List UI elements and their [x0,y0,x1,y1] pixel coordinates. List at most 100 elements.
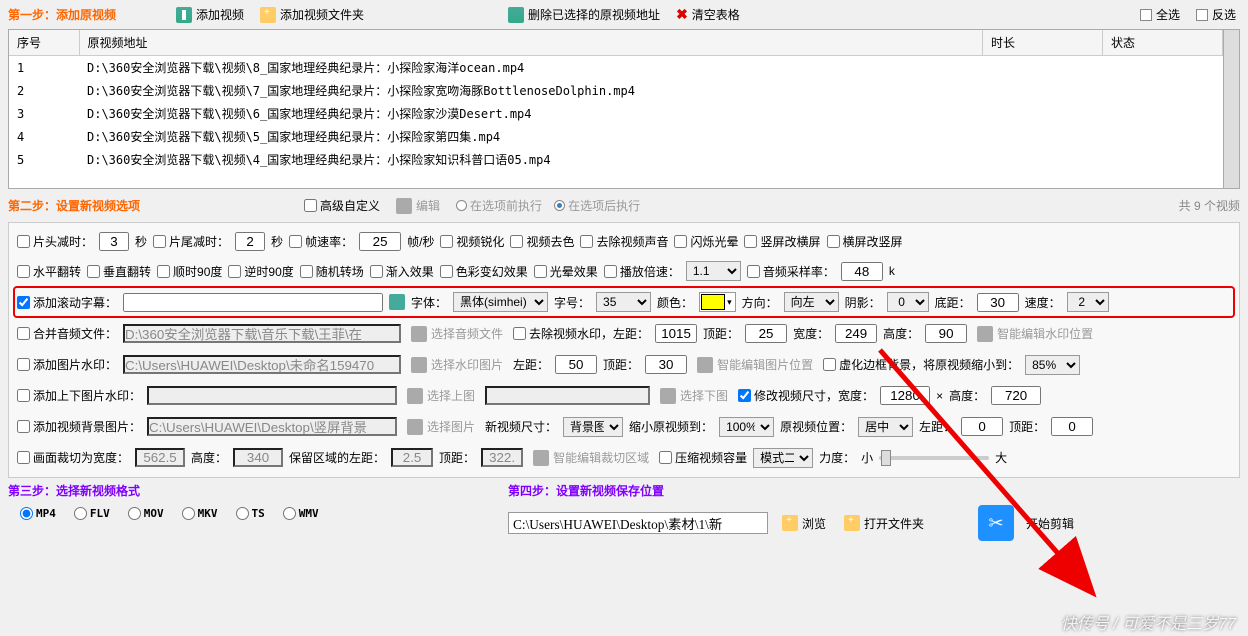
resize-checkbox[interactable]: 修改视频尺寸，宽度： [738,387,874,404]
format-radio-mkv[interactable]: MKV [182,507,218,520]
new-size-select[interactable]: 背景图 [563,417,623,437]
head-trim-checkbox[interactable]: 片头减时： [17,233,93,250]
img-wm-path-input[interactable] [123,355,401,374]
scroll-sub-checkbox[interactable]: 添加滚动字幕： [17,294,117,311]
select-top-img-button[interactable]: 选择上图 [403,385,479,406]
flash-checkbox[interactable]: 闪烁光晕 [674,233,738,250]
v2h-checkbox[interactable]: 竖屏改横屏 [744,233,820,250]
wm-left-input[interactable] [655,324,697,343]
start-button[interactable]: ✂ 开始剪辑 [978,505,1074,541]
scroll-speed-select[interactable]: 2 [1067,292,1109,312]
clear-table-button[interactable]: ✖清空表格 [672,4,744,25]
orig-top-input[interactable] [1051,417,1093,436]
bottom-dist-input[interactable] [977,293,1019,312]
wm-width-input[interactable] [835,324,877,343]
tb-img-wm-checkbox[interactable]: 添加上下图片水印： [17,387,141,404]
force-slider[interactable] [879,456,989,460]
table-row[interactable]: 2D:\360安全浏览器下载\视频\7_国家地理经典纪录片：小探险家宽吻海豚Bo… [9,79,1223,102]
hflip-checkbox[interactable]: 水平翻转 [17,263,81,280]
delete-selected-button[interactable]: 删除已选择的原视频地址 [504,4,664,25]
h2v-checkbox[interactable]: 横屏改竖屏 [827,233,903,250]
select-bg-img-button[interactable]: 选择图片 [403,416,479,437]
table-scrollbar[interactable] [1223,30,1239,188]
blur-pct-select[interactable]: 85% [1025,355,1080,375]
table-row[interactable]: 5D:\360安全浏览器下载\视频\4_国家地理经典纪录片：小探险家知识科普口语… [9,148,1223,171]
select-all-button[interactable]: 全选 [1136,4,1184,25]
keep-top-input[interactable] [481,448,523,467]
smart-crop-button[interactable]: 智能编辑裁切区域 [529,447,653,468]
orig-left-input[interactable] [961,417,1003,436]
subtitle-text-input[interactable] [123,293,383,312]
sharpen-checkbox[interactable]: 视频锐化 [440,233,504,250]
blur-bg-checkbox[interactable]: 虚化边框背景，将原视频缩小到： [823,356,1019,373]
img-top-input[interactable] [645,355,687,374]
bg-img-checkbox[interactable]: 添加视频背景图片： [17,418,141,435]
vflip-checkbox[interactable]: 垂直翻转 [87,263,151,280]
resize-w-input[interactable] [880,386,930,405]
format-radio-wmv[interactable]: WMV [283,507,319,520]
col-status[interactable]: 状态 [1103,30,1223,56]
subtitle-icon[interactable] [389,294,405,310]
add-folder-button[interactable]: 添加视频文件夹 [256,4,368,25]
exec-after-radio[interactable]: 在选项后执行 [554,197,640,214]
exec-before-radio[interactable]: 在选项前执行 [456,197,542,214]
browse-button[interactable]: 浏览 [778,513,830,534]
direction-select[interactable]: 向左 [784,292,839,312]
bot-img-path-input[interactable] [485,386,650,405]
shadow-select[interactable]: 0 [887,292,929,312]
select-bot-img-button[interactable]: 选择下图 [656,385,732,406]
format-radio-ts[interactable]: TS [236,507,265,520]
rand-trans-checkbox[interactable]: 随机转场 [300,263,364,280]
crop-h-input[interactable] [233,448,283,467]
format-radio-mp4[interactable]: MP4 [20,507,56,520]
col-num[interactable]: 序号 [9,30,79,56]
select-audio-button[interactable]: 选择音频文件 [407,323,507,344]
color-fx-checkbox[interactable]: 色彩变幻效果 [440,263,528,280]
in-effect-checkbox[interactable]: 渐入效果 [370,263,434,280]
format-radio-flv[interactable]: FLV [74,507,110,520]
img-left-input[interactable] [555,355,597,374]
wm-top-input[interactable] [745,324,787,343]
font-select[interactable]: 黑体(simhei) [453,292,548,312]
tail-trim-checkbox[interactable]: 片尾减时： [153,233,229,250]
advanced-checkbox[interactable]: 高级自定义 [304,197,380,214]
head-trim-input[interactable] [99,232,129,251]
fps-checkbox[interactable]: 帧速率： [289,233,353,250]
resize-h-input[interactable] [991,386,1041,405]
fps-input[interactable] [359,232,401,251]
mute-checkbox[interactable]: 去除视频声音 [580,233,668,250]
ccw90-checkbox[interactable]: 逆时90度 [228,263,293,280]
col-duration[interactable]: 时长 [983,30,1103,56]
bg-path-input[interactable] [147,417,397,436]
add-video-button[interactable]: 添加视频 [172,4,248,25]
invert-selection-button[interactable]: 反选 [1192,4,1240,25]
smart-img-button[interactable]: 智能编辑图片位置 [693,354,817,375]
speed-checkbox[interactable]: 播放倍速： [604,263,680,280]
table-row[interactable]: 1D:\360安全浏览器下载\视频\8_国家地理经典纪录片：小探险家海洋ocea… [9,56,1223,80]
merge-audio-checkbox[interactable]: 合并音频文件： [17,325,117,342]
wm-height-input[interactable] [925,324,967,343]
audio-path-input[interactable] [123,324,401,343]
edit-button[interactable]: 编辑 [392,195,444,216]
orig-pos-select[interactable]: 居中 [858,417,913,437]
halo-checkbox[interactable]: 光晕效果 [534,263,598,280]
audio-rate-input[interactable] [841,262,883,281]
top-img-path-input[interactable] [147,386,397,405]
cw90-checkbox[interactable]: 顺时90度 [157,263,222,280]
keep-left-input[interactable] [391,448,433,467]
tail-trim-input[interactable] [235,232,265,251]
crop-w-input[interactable] [135,448,185,467]
desaturate-checkbox[interactable]: 视频去色 [510,233,574,250]
remove-wm-checkbox[interactable]: 去除视频水印，左距： [513,325,649,342]
color-picker[interactable] [699,292,736,312]
img-wm-checkbox[interactable]: 添加图片水印： [17,356,117,373]
col-path[interactable]: 原视频地址 [79,30,983,56]
crop-checkbox[interactable]: 画面裁切为宽度： [17,449,129,466]
open-folder-button[interactable]: 打开文件夹 [840,513,928,534]
shrink-select[interactable]: 100% [719,417,774,437]
format-radio-mov[interactable]: MOV [128,507,164,520]
compress-checkbox[interactable]: 压缩视频容量 [659,449,747,466]
audio-rate-checkbox[interactable]: 音频采样率： [747,263,835,280]
speed-select[interactable]: 1.1 [686,261,741,281]
smart-wm-button[interactable]: 智能编辑水印位置 [973,323,1097,344]
